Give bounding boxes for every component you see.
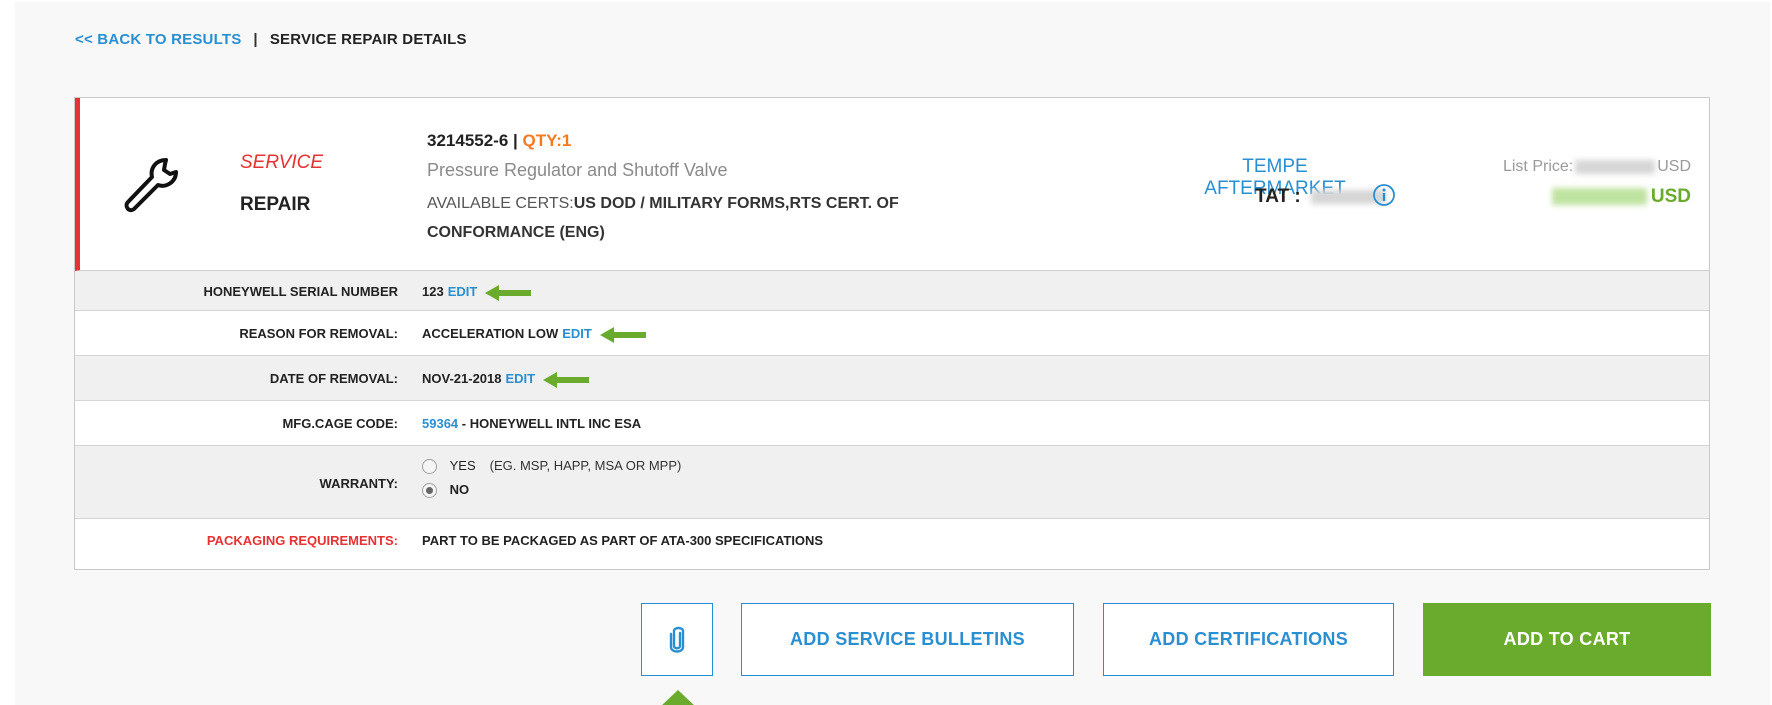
warranty-no-radio[interactable] [422, 483, 437, 499]
reason-value: ACCELERATION LOW EDIT [422, 326, 646, 343]
service-name-label: REPAIR [240, 194, 311, 215]
serial-number-label: HONEYWELL SERIAL NUMBER [203, 284, 398, 299]
breadcrumb: << BACK TO RESULTS | SERVICE REPAIR DETAIL… [75, 31, 467, 48]
net-price: USD [1551, 186, 1691, 208]
warranty-no-label: NO [449, 482, 470, 497]
add-certifications-button[interactable]: ADD CERTIFICATIONS [1103, 603, 1394, 676]
back-to-results-link[interactable]: << BACK TO RESULTS [75, 31, 241, 48]
serial-number-row: HONEYWELL SERIAL NUMBER 123 EDIT [75, 271, 1709, 311]
packaging-row: PACKAGING REQUIREMENTS: PART TO BE PACKA… [75, 519, 1709, 563]
cage-code-label: MFG.CAGE CODE: [282, 416, 398, 431]
date-text: NOV-21-2018 [422, 371, 502, 386]
date-label: DATE OF REMOVAL: [269, 371, 398, 386]
serial-number-text: 123 [422, 284, 444, 299]
edit-date-link[interactable]: EDIT [506, 371, 536, 386]
warranty-option-yes: YES (EG. MSP, HAPP, MSA OR MPP) [422, 458, 681, 482]
info-icon[interactable] [1372, 183, 1396, 207]
quantity-label: QTY:1 [522, 131, 572, 150]
part-description: Pressure Regulator and Shutoff Valve [427, 160, 728, 180]
cage-code-text: - HONEYWELL INTL INC ESA [461, 416, 642, 431]
arrow-left-icon [599, 326, 646, 343]
part-number-line: 3214552-6 | QTY:1 [427, 131, 571, 151]
part-number: 3214552-6 | [427, 131, 518, 150]
service-repair-card: SERVICE REPAIR 3214552-6 | QTY:1 Pressur… [74, 97, 1710, 570]
certs-label: AVAILABLE CERTS: [427, 195, 574, 212]
warranty-note: (EG. MSP, HAPP, MSA OR MPP) [489, 458, 682, 473]
list-price: List Price: USD [1503, 158, 1691, 176]
attach-file-button[interactable] [641, 603, 713, 676]
arrow-left-icon [485, 284, 532, 301]
add-to-cart-button[interactable]: ADD TO CART [1423, 603, 1711, 676]
serial-number-value: 123 EDIT [422, 284, 532, 301]
turnaround-time: TAT : [1255, 186, 1386, 208]
warranty-label: WARRANTY: [319, 476, 398, 491]
edit-serial-number-link[interactable]: EDIT [448, 284, 478, 299]
warranty-yes-label: YES [449, 458, 476, 473]
net-price-redacted [1551, 188, 1647, 206]
add-service-bulletins-button[interactable]: ADD SERVICE BULLETINS [741, 603, 1074, 676]
packaging-value: PART TO BE PACKAGED AS PART OF ATA-300 S… [422, 533, 824, 548]
list-price-redacted [1575, 159, 1656, 174]
arrow-left-icon [543, 371, 590, 388]
packaging-label: PACKAGING REQUIREMENTS: [206, 533, 398, 548]
date-value: NOV-21-2018 EDIT [422, 371, 590, 388]
tat-label: TAT : [1255, 186, 1301, 207]
date-row: DATE OF REMOVAL: NOV-21-2018 EDIT [75, 356, 1709, 401]
arrow-up-icon [662, 690, 694, 705]
warranty-options: YES (EG. MSP, HAPP, MSA OR MPP) NO [422, 458, 681, 506]
wrench-icon [124, 158, 178, 213]
breadcrumb-current: SERVICE REPAIR DETAILS [269, 31, 467, 48]
cage-code-link[interactable]: 59364 [422, 416, 458, 431]
breadcrumb-separator: | [253, 31, 258, 48]
reason-row: REASON FOR REMOVAL: ACCELERATION LOW EDIT [75, 311, 1709, 356]
cage-code-row: MFG.CAGE CODE: 59364 - HONEYWELL INTL IN… [75, 401, 1709, 446]
paperclip-icon [669, 626, 685, 653]
list-price-label: List Price: [1502, 158, 1574, 175]
detail-rows: HONEYWELL SERIAL NUMBER 123 EDIT REASON F… [75, 271, 1709, 563]
reason-text: ACCELERATION LOW [422, 326, 559, 341]
warranty-option-no: NO [422, 482, 681, 506]
edit-reason-link[interactable]: EDIT [562, 326, 592, 341]
list-price-currency: USD [1657, 158, 1691, 175]
card-header: SERVICE REPAIR 3214552-6 | QTY:1 Pressur… [75, 98, 1709, 271]
warranty-row: WARRANTY: YES (EG. MSP, HAPP, MSA OR MPP)… [75, 446, 1709, 519]
net-price-currency: USD [1650, 186, 1691, 207]
service-type-label: SERVICE [240, 152, 324, 173]
warranty-yes-radio[interactable] [422, 459, 437, 475]
available-certs: AVAILABLE CERTS:US DOD / MILITARY FORMS,… [427, 189, 967, 247]
cage-code-value: 59364 - HONEYWELL INTL INC ESA [422, 416, 641, 431]
reason-label: REASON FOR REMOVAL: [239, 326, 398, 341]
page-background: << BACK TO RESULTS | SERVICE REPAIR DETAIL… [15, 2, 1770, 705]
